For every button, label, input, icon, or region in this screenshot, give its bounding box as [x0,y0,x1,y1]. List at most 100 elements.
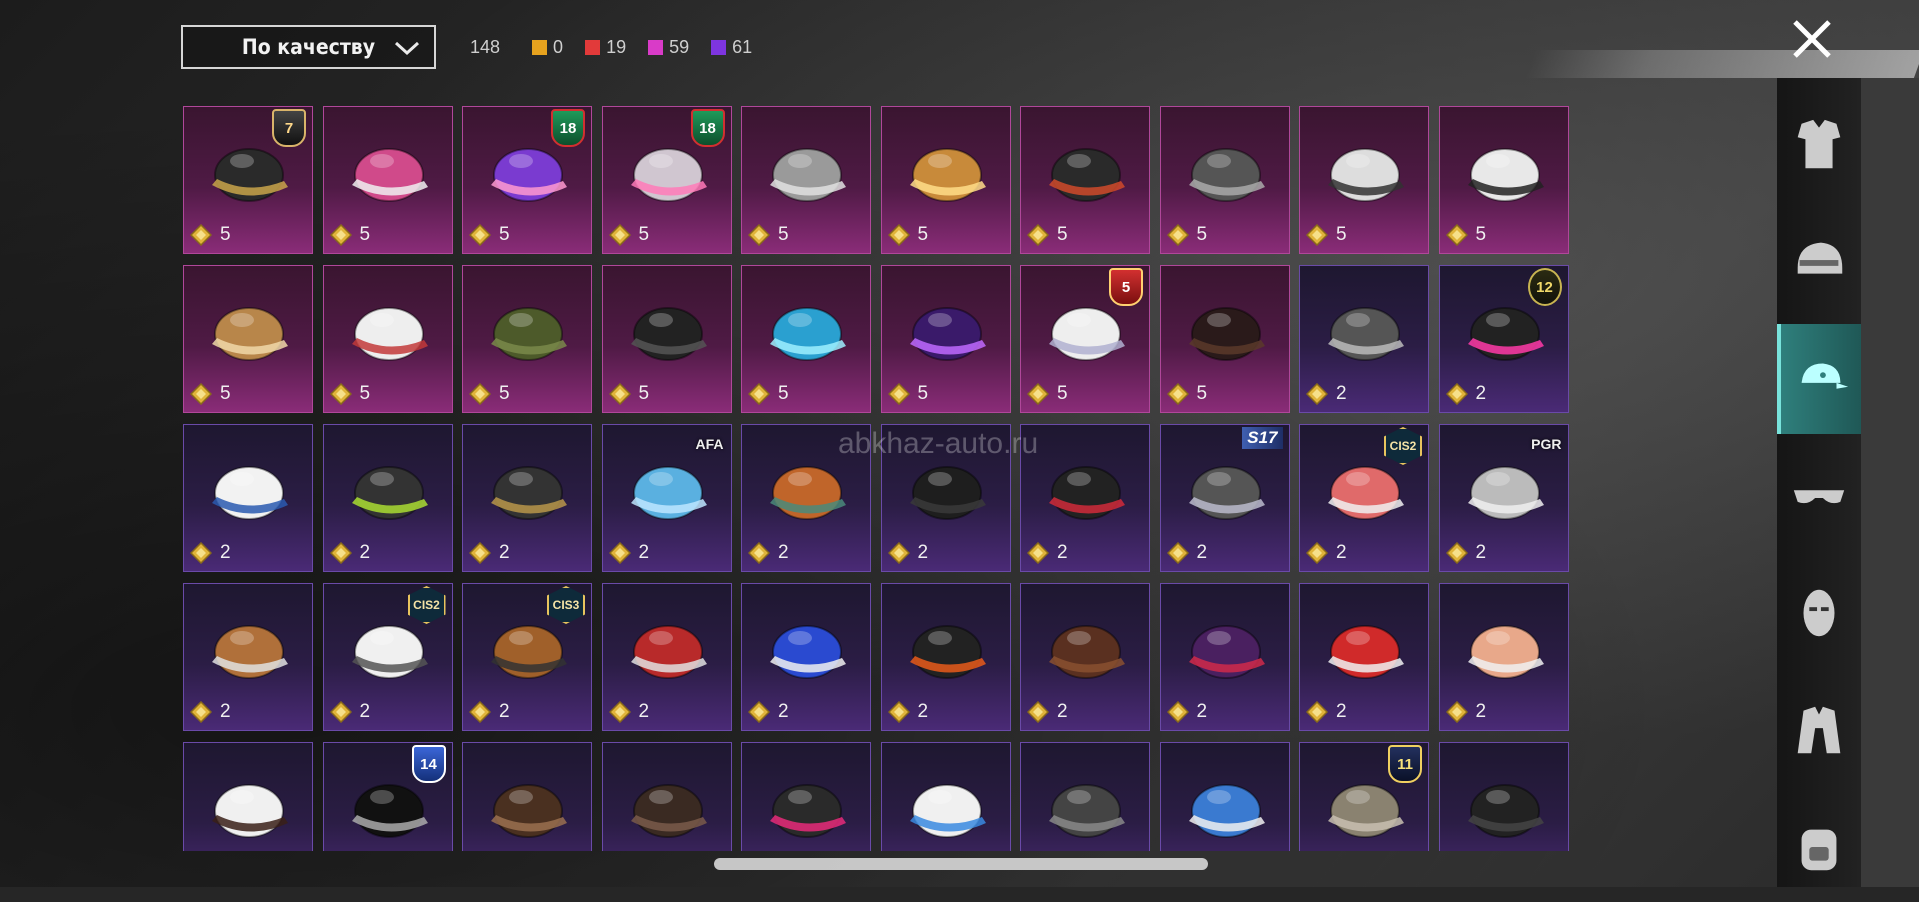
item-tile[interactable]: 211 [1299,742,1429,851]
bucket-hat-red-hair-icon [1049,466,1125,520]
item-tile[interactable]: 2 [183,583,313,731]
cost-value: 5 [1336,224,1347,245]
category-sidebar [1777,78,1919,887]
item-tile[interactable]: 5 [741,265,871,413]
count-epic: 59 [648,37,701,58]
item-tile[interactable]: 2 [462,742,592,851]
item-tile[interactable]: 2 [601,583,732,731]
item-tile[interactable]: 2 [183,742,313,851]
cost-value: 5 [778,224,789,245]
item-tile[interactable]: 2 [1438,583,1569,731]
coin-icon [748,701,770,723]
count-legendary: 0 [532,37,575,58]
item-tile[interactable]: 5 [880,265,1011,413]
item-tile[interactable]: 2 [1299,583,1429,731]
item-tile[interactable]: 2 [741,742,871,851]
item-cost: 2 [608,701,649,723]
item-tile[interactable]: 5 [1020,106,1150,254]
item-cost: 2 [329,701,370,723]
item-tile[interactable]: 2 [183,424,313,572]
coin-icon [1027,383,1049,405]
item-tile[interactable]: 5 18 [601,106,732,254]
item-tile[interactable]: 5 [462,265,592,413]
item-tile[interactable]: 2 CIS2 [322,583,453,731]
item-tile[interactable]: 2 S17 [1159,424,1290,572]
item-tile[interactable]: 2 [1438,742,1569,851]
item-tile[interactable]: 2 12 [1438,265,1569,413]
item-tile[interactable]: 2 [601,742,732,851]
item-badge: 18 [690,109,725,147]
cost-value: 5 [778,383,789,404]
item-tile[interactable]: 2 [1020,424,1150,572]
close-icon[interactable] [1787,14,1837,64]
category-tab-backpack[interactable] [1777,792,1861,902]
item-badge: 18 [551,109,585,147]
inventory-grid-viewport[interactable]: 57 5 5 18 5 18 5 5 5 5 5 5 5 5 5 5 5 5 5… [183,106,1573,851]
item-cost: 5 [608,383,649,405]
brown-hair-icon [1049,625,1125,679]
coin-icon [1027,701,1049,723]
backpack-icon [1801,829,1837,871]
category-tab-helmet[interactable] [1777,207,1861,317]
category-tab-cap[interactable] [1777,324,1861,434]
item-cost: 5 [1166,383,1208,405]
category-tab-glasses[interactable] [1777,441,1861,551]
ski-hood-icon [1049,784,1125,838]
coin-icon [1445,224,1468,246]
item-tile[interactable]: 214 [322,742,453,851]
item-tile[interactable]: 55 [1020,265,1150,413]
legendary-swatch [532,39,548,55]
dreadlock-mask-icon [770,148,846,202]
cost-value: 2 [499,542,510,563]
legendary-count: 0 [553,36,564,57]
item-tile[interactable]: 5 [1299,106,1429,254]
sort-dropdown[interactable]: По качеству [181,25,436,69]
fish-mask-icon [770,307,846,361]
item-tile[interactable]: 2 [741,583,871,731]
cost-value: 2 [1196,701,1208,722]
item-tile[interactable]: 57 [183,106,313,254]
cost-value: 5 [1196,383,1208,404]
item-tile[interactable]: 5 18 [462,106,592,254]
item-tile[interactable]: 5 [741,106,871,254]
item-cost: 2 [748,542,789,564]
blue-cap-icon [212,466,288,520]
home-indicator[interactable] [714,858,1208,870]
coin-icon [329,224,352,246]
item-tile[interactable]: 5 [183,265,313,413]
inventory-grid: 57 5 5 18 5 18 5 5 5 5 5 5 5 5 5 5 5 5 5… [183,106,1573,851]
coin-icon [608,701,631,723]
jacket-icon [1797,706,1841,754]
item-tile[interactable]: 5 [1159,265,1290,413]
item-tile[interactable]: 2 [1299,265,1429,413]
item-tile[interactable]: 2 [1020,742,1150,851]
category-tab-jacket[interactable] [1777,675,1861,785]
item-tile[interactable]: 5 [880,106,1011,254]
item-tile[interactable]: 2 [322,424,453,572]
item-cost: 5 [469,383,510,405]
gas-mask-helmet-icon [351,466,428,520]
coin-icon [748,542,770,564]
item-tile[interactable]: 5 [322,106,453,254]
item-tile[interactable]: 5 [1438,106,1569,254]
outfit-icon [1797,119,1841,169]
item-tile[interactable]: 5 [601,265,732,413]
item-tile[interactable]: 2 CIS3 [462,583,592,731]
item-tile[interactable]: 2 PGR [1438,424,1569,572]
item-tile[interactable]: 2 [1159,742,1290,851]
category-tab-outfit[interactable] [1777,90,1861,200]
item-tile[interactable]: 2 CIS2 [1299,424,1429,572]
decorative-streak [1524,50,1919,78]
item-tile[interactable]: 5 [1159,106,1290,254]
item-tile[interactable]: 2 AFA [601,424,732,572]
cost-value: 2 [778,701,789,722]
geisha-mask-icon [212,784,288,838]
item-tile[interactable]: 2 [1159,583,1290,731]
item-tile[interactable]: 2 [880,583,1011,731]
item-tile[interactable]: 2 [1020,583,1150,731]
item-tile[interactable]: 2 [880,742,1011,851]
category-tab-face-mask[interactable] [1777,558,1861,668]
item-tile[interactable]: 2 [462,424,592,572]
coin-icon [887,224,910,246]
item-tile[interactable]: 5 [322,265,453,413]
